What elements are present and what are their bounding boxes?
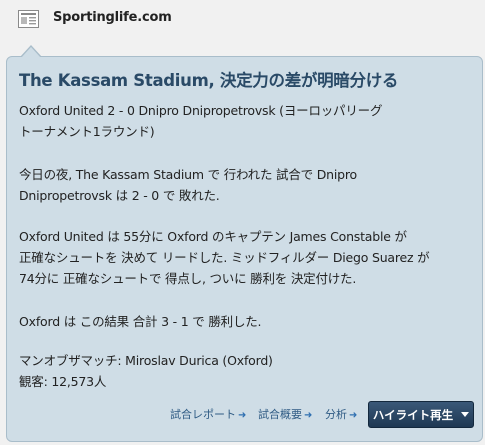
newspaper-icon [18, 10, 39, 28]
analysis-label: 分析 [325, 408, 347, 421]
arrow-right-icon: ➜ [238, 410, 247, 421]
article-actions: 試合レポート ➜ 試合概要 ➜ 分析 ➜ ハイライト再生 [0, 401, 485, 428]
source-name[interactable]: Sportinglife.com [53, 10, 172, 25]
arrow-right-icon: ➜ [349, 410, 358, 421]
article-line: 正確なシュートを 決めて リードした. ミッドフィルダー Diego Suare… [19, 250, 430, 265]
article-paragraph-goals: Oxford United は 55分に Oxford のキャプテン James… [19, 226, 474, 289]
article-line: Oxford は この結果 合計 3 - 1 で 勝利した. [19, 314, 262, 329]
article-line: トーナメント1ラウンド) [19, 124, 155, 139]
news-card-pointer-fill [21, 47, 41, 58]
article-line: Dnipropetrovsk は 2 - 0 で 敗れた. [19, 188, 220, 203]
match-overview-link[interactable]: 試合概要 ➜ [258, 406, 312, 422]
play-highlights-button[interactable]: ハイライト再生 [368, 401, 474, 428]
caret-down-icon [461, 412, 470, 417]
article-line: Oxford United 2 - 0 Dnipro Dnipropetrovs… [19, 103, 383, 118]
arrow-right-icon: ➜ [304, 410, 313, 421]
analysis-link[interactable]: 分析 ➜ [325, 406, 357, 422]
match-report-link[interactable]: 試合レポート ➜ [170, 406, 246, 422]
man-of-the-match: マンオブザマッチ: Miroslav Durica (Oxford) [19, 353, 273, 368]
article-paragraph-aggregate: Oxford は この結果 合計 3 - 1 で 勝利した. [19, 311, 474, 332]
article-paragraph-details: マンオブザマッチ: Miroslav Durica (Oxford) 観客: 1… [19, 350, 474, 392]
play-highlights-label: ハイライト再生 [372, 407, 454, 422]
article-line: 74分に 正確なシュートで 得点し, ついに 勝利を 決定付けた. [19, 271, 357, 286]
source-header: Sportinglife.com [0, 0, 485, 38]
match-overview-label: 試合概要 [258, 408, 302, 421]
match-report-label: 試合レポート [170, 408, 236, 421]
article-line: 今日の夜, The Kassam Stadium で 行われた 試合で Dnip… [19, 167, 357, 182]
article-line: Oxford United は 55分に Oxford のキャプテン James… [19, 229, 407, 244]
attendance: 観客: 12,573人 [19, 374, 107, 389]
article-headline: The Kassam Stadium, 決定力の差が明暗分ける [19, 71, 399, 90]
article-paragraph-score: Oxford United 2 - 0 Dnipro Dnipropetrovs… [19, 100, 474, 142]
article-paragraph-summary: 今日の夜, The Kassam Stadium で 行われた 試合で Dnip… [19, 164, 474, 206]
